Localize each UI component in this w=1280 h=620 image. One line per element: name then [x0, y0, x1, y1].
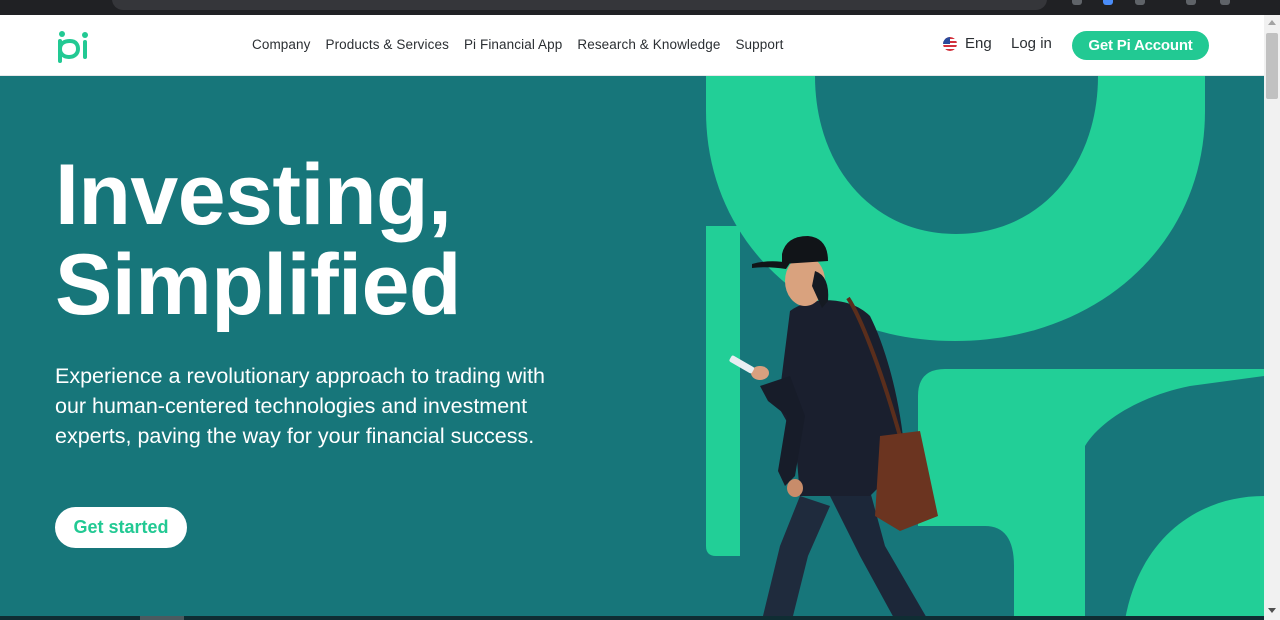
- bottom-bar: [0, 616, 1264, 620]
- scroll-down-icon[interactable]: [1268, 608, 1276, 613]
- nav-products-services[interactable]: Products & Services: [325, 37, 448, 52]
- nav-company[interactable]: Company: [252, 37, 310, 52]
- page-scrollbar[interactable]: [1264, 15, 1280, 620]
- hero-headline: Investing, Simplified: [55, 150, 461, 330]
- main-nav: Company Products & Services Pi Financial…: [252, 37, 783, 52]
- headline-line-1: Investing,: [55, 147, 452, 243]
- bottom-tab: [140, 616, 184, 620]
- pi-logo[interactable]: [57, 25, 91, 65]
- extension-icon[interactable]: [1072, 0, 1082, 5]
- site-header: Company Products & Services Pi Financial…: [0, 15, 1264, 76]
- language-selector[interactable]: Eng: [943, 35, 992, 52]
- nav-support[interactable]: Support: [735, 37, 783, 52]
- address-bar[interactable]: [112, 0, 1047, 10]
- brand-bar-shape: [706, 226, 740, 556]
- headline-line-2: Simplified: [55, 237, 461, 333]
- browser-chrome: [0, 0, 1280, 15]
- login-link[interactable]: Log in: [1011, 35, 1052, 52]
- nav-pi-financial-app[interactable]: Pi Financial App: [464, 37, 562, 52]
- us-flag-icon: [943, 36, 957, 51]
- hero-subtext: Experience a revolutionary approach to t…: [55, 364, 546, 448]
- nav-research-knowledge[interactable]: Research & Knowledge: [577, 37, 720, 52]
- extension-icon[interactable]: [1103, 0, 1113, 5]
- page-viewport: Company Products & Services Pi Financial…: [0, 15, 1264, 620]
- extension-icon[interactable]: [1135, 0, 1145, 5]
- extension-icon[interactable]: [1186, 0, 1196, 5]
- get-pi-account-button[interactable]: Get Pi Account: [1072, 31, 1209, 60]
- get-started-button[interactable]: Get started: [55, 507, 187, 548]
- scroll-up-icon[interactable]: [1268, 20, 1276, 25]
- profile-icon[interactable]: [1220, 0, 1230, 5]
- scroll-thumb[interactable]: [1266, 33, 1278, 99]
- language-label: Eng: [965, 35, 992, 52]
- hero-section: Investing, Simplified Experience a revol…: [0, 76, 1264, 620]
